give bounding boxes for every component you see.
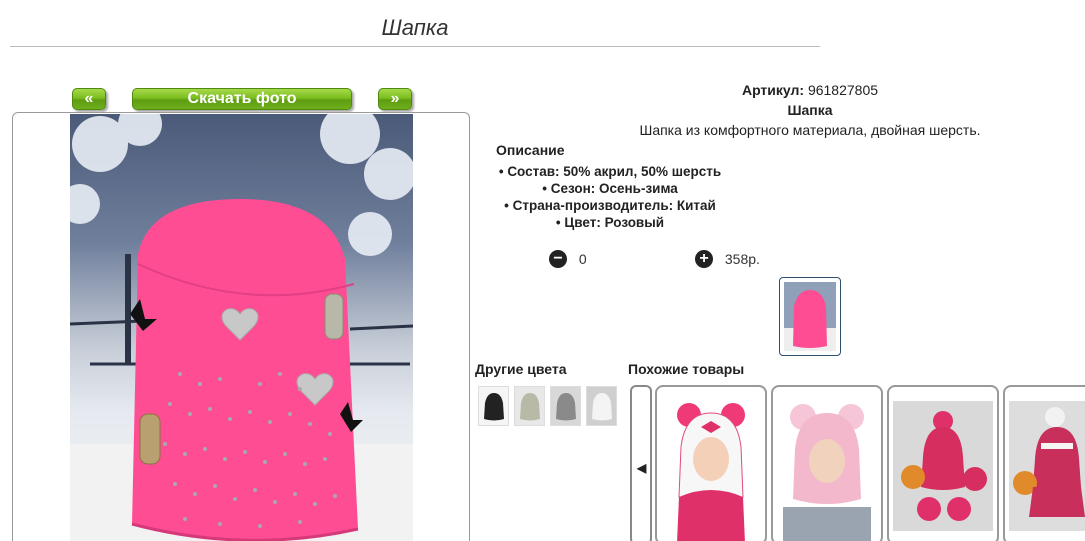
description-heading: Описание xyxy=(496,142,565,158)
similar-product-image xyxy=(783,404,871,541)
similar-product-card[interactable] xyxy=(887,385,999,541)
thumbnail-image xyxy=(784,282,836,351)
product-name: Шапка xyxy=(787,102,833,118)
price-value: 358р. xyxy=(724,251,760,268)
color-swatch-black[interactable] xyxy=(478,386,509,426)
similar-product-card[interactable] xyxy=(1003,385,1085,541)
download-photo-button[interactable]: Скачать фото xyxy=(132,88,352,110)
spec-item: Цвет: Розовый xyxy=(480,214,740,231)
hat-photo-image xyxy=(70,114,413,541)
similar-product-image xyxy=(677,403,745,541)
similar-product-image xyxy=(1009,401,1085,531)
similar-product-card[interactable] xyxy=(771,385,883,541)
current-photo-thumbnail[interactable] xyxy=(779,277,841,356)
page-title: Шапка xyxy=(381,15,449,40)
similar-products-label: Похожие товары xyxy=(628,361,745,377)
title-divider xyxy=(10,46,820,47)
similar-product-image xyxy=(893,401,993,531)
plus-icon[interactable]: + xyxy=(695,250,713,269)
gray-hat-icon xyxy=(551,387,580,425)
article-line: Артикул: 961827805 xyxy=(480,82,1085,98)
spec-item: Сезон: Осень-зима xyxy=(480,180,740,197)
product-description: Шапка из комфортного материала, двойная … xyxy=(639,122,981,138)
price-group: + 358р. xyxy=(695,250,760,269)
similar-product-card[interactable] xyxy=(655,385,767,541)
spec-list: Состав: 50% акрил, 50% шерсть Сезон: Осе… xyxy=(480,163,740,231)
color-swatch-gray[interactable] xyxy=(550,386,581,426)
minus-icon[interactable]: − xyxy=(549,250,567,269)
other-colors-label: Другие цвета xyxy=(475,361,567,377)
light-gray-hat-icon xyxy=(515,387,544,425)
spec-item: Состав: 50% акрил, 50% шерсть xyxy=(480,163,740,180)
carousel-prev-icon: ◀ xyxy=(637,461,647,475)
product-photo[interactable] xyxy=(70,114,413,541)
black-hat-icon xyxy=(479,387,508,425)
prev-photo-button[interactable]: « xyxy=(72,88,106,110)
next-photo-button[interactable]: » xyxy=(378,88,412,110)
color-swatch-white[interactable] xyxy=(586,386,617,426)
white-hat-icon xyxy=(587,387,616,425)
quantity-value: 0 xyxy=(578,251,587,268)
color-swatch-light-gray[interactable] xyxy=(514,386,545,426)
article-label: Артикул: xyxy=(741,82,805,98)
quantity-group: − 0 xyxy=(549,250,587,269)
article-value: 961827805 xyxy=(807,82,879,98)
carousel-prev-button[interactable]: ◀ xyxy=(630,385,652,541)
spec-item: Страна-производитель: Китай xyxy=(480,197,740,214)
